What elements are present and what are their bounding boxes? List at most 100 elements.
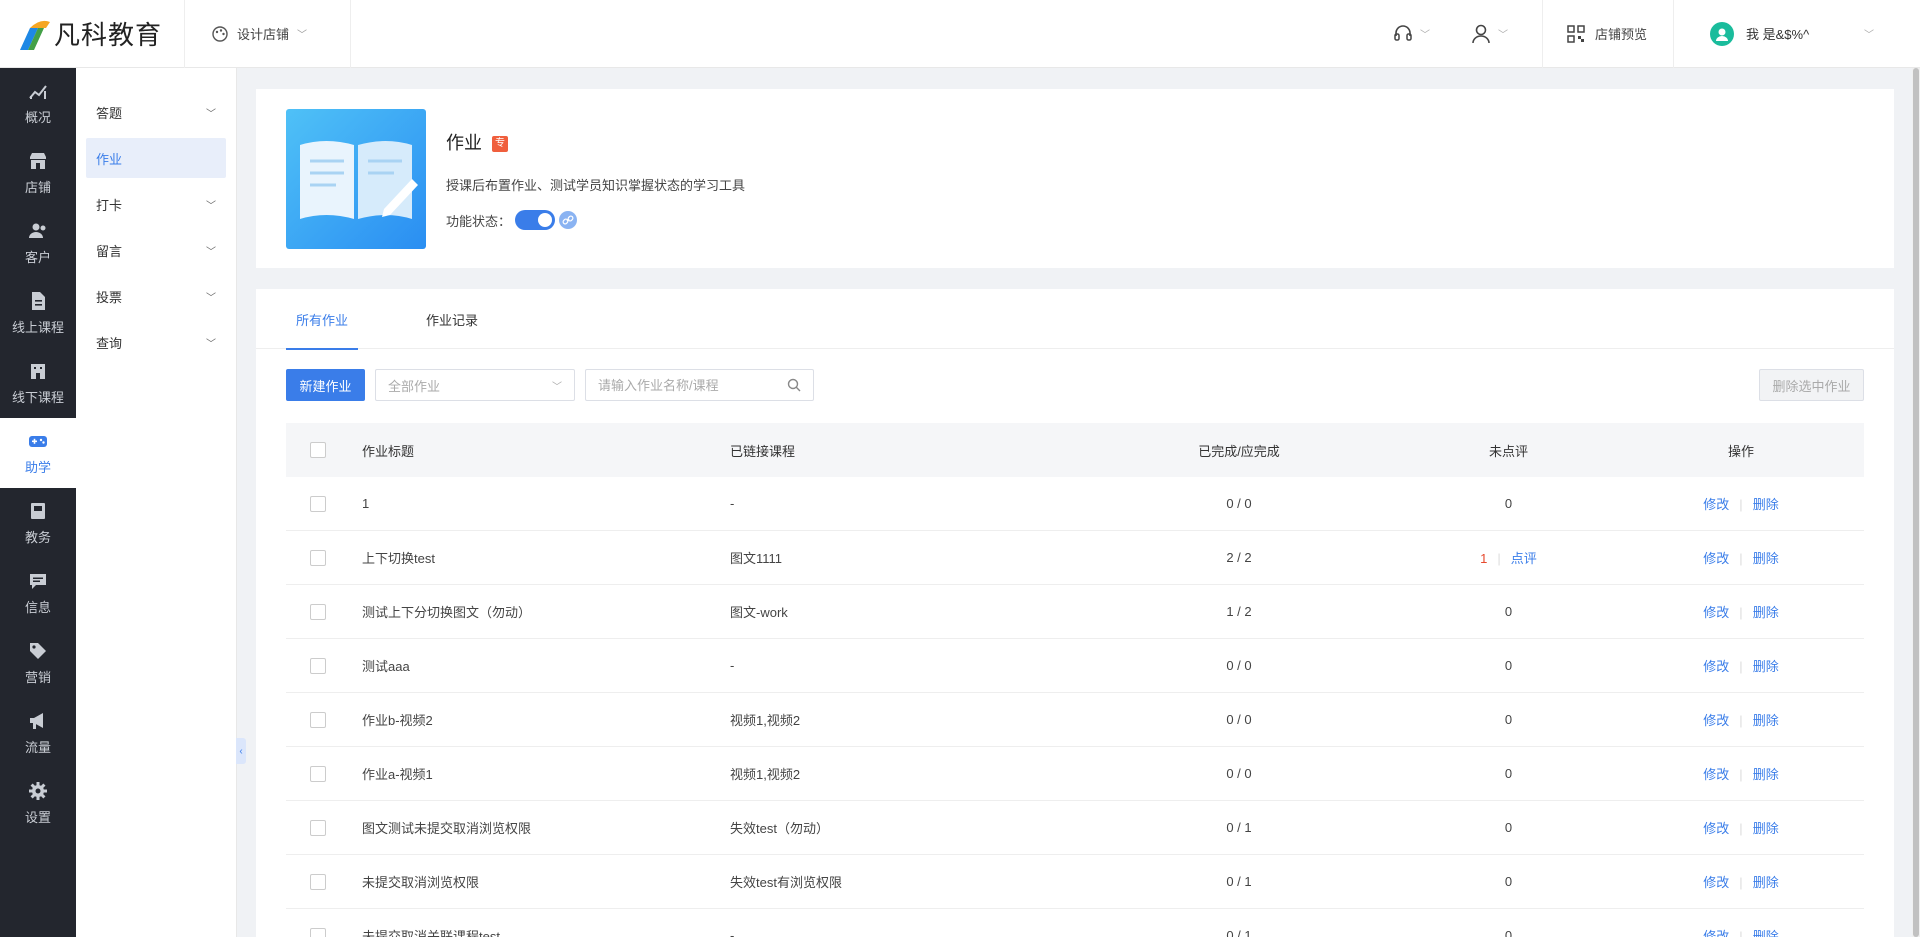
delete-link[interactable]: 删除 (1753, 659, 1779, 674)
new-homework-button[interactable]: 新建作业 (286, 369, 365, 401)
feature-card: 作业专 授课后布置作业、测试学员知识掌握状态的学习工具 功能状态： (256, 89, 1894, 268)
link-icon[interactable] (559, 211, 578, 229)
submenu-item-vote[interactable]: 投票 ﹀ (86, 276, 226, 316)
support-button[interactable]: ﹀ (1372, 0, 1450, 68)
actions-cell: 修改 | 删除 (1619, 926, 1863, 937)
nav-item-study-aid[interactable]: 助学 (0, 418, 76, 488)
homework-title: 图文测试未提交取消浏览权限 (362, 821, 532, 836)
tab-homework-records[interactable]: 作业记录 (416, 289, 488, 349)
row-checkbox[interactable] (310, 873, 326, 890)
delete-link[interactable]: 删除 (1753, 713, 1779, 728)
linked-course: - (730, 496, 735, 511)
toolbar: 新建作业 全部作业 ﹀ 删除选中作业 (286, 369, 1864, 401)
nav-item-customers[interactable]: 客户 (0, 208, 76, 278)
submenu-item-checkin[interactable]: 打卡 ﹀ (86, 184, 226, 224)
edit-link[interactable]: 修改 (1703, 497, 1729, 512)
feature-status: 功能状态： (446, 210, 578, 230)
edit-link[interactable]: 修改 (1703, 821, 1729, 836)
nav-item-traffic[interactable]: 流量 (0, 698, 76, 768)
nav-item-label: 流量 (24, 739, 51, 755)
logo-text: 凡科教育 (54, 21, 163, 51)
user-menu[interactable]: 我 是&$%^ ﹀ (1674, 0, 1920, 68)
nav-item-messages[interactable]: 信息 (0, 558, 76, 628)
homework-filter-select[interactable]: 全部作业 ﹀ (375, 369, 575, 401)
store-preview-button[interactable]: 店铺预览 (1541, 0, 1674, 68)
submenu-label: 查询 (96, 335, 123, 351)
row-checkbox[interactable] (310, 603, 326, 620)
row-checkbox[interactable] (310, 927, 326, 937)
nav-item-overview[interactable]: 概况 (0, 68, 76, 138)
table-row: 测试aaa - 0 / 0 0 修改 | 删除 (286, 639, 1864, 693)
linked-course: 视频1,视频2 (730, 767, 801, 782)
completion: 0 / 0 (1226, 658, 1252, 673)
submenu-item-comments[interactable]: 留言 ﹀ (86, 230, 226, 270)
homework-title: 未提交取消浏览权限 (362, 875, 480, 890)
separator: | (1739, 767, 1743, 782)
submenu-item-homework[interactable]: 作业 (86, 138, 226, 178)
chain-icon (562, 215, 574, 225)
row-checkbox[interactable] (310, 765, 326, 782)
row-checkbox[interactable] (310, 495, 326, 512)
search-icon[interactable] (787, 378, 801, 392)
delete-link[interactable]: 删除 (1753, 605, 1779, 620)
submenu-label: 投票 (96, 289, 123, 305)
delete-link[interactable]: 删除 (1753, 767, 1779, 782)
nav-item-store[interactable]: 店铺 (0, 138, 76, 208)
nav-item-label: 店铺 (24, 179, 51, 195)
nav-item-label: 客户 (24, 249, 51, 265)
brand-logo[interactable]: 凡科教育 (0, 0, 185, 68)
nav-item-offline-courses[interactable]: 线下课程 (0, 348, 76, 418)
avatar-icon (1716, 28, 1728, 41)
completion: 1 / 2 (1226, 604, 1252, 619)
table-row: 作业b-视频2 视频1,视频2 0 / 0 0 修改 | 删除 (286, 693, 1864, 747)
page-scrollbar[interactable] (1912, 68, 1920, 937)
pending-count: 0 (1504, 820, 1513, 835)
edit-link[interactable]: 修改 (1703, 551, 1729, 566)
avatar (1710, 21, 1734, 46)
completion: 2 / 2 (1226, 550, 1252, 565)
edit-link[interactable]: 修改 (1703, 713, 1729, 728)
nav-item-academic[interactable]: 教务 (0, 488, 76, 558)
tab-all-homework[interactable]: 所有作业 (286, 289, 359, 350)
row-checkbox[interactable] (310, 549, 326, 566)
actions-cell: 修改 | 删除 (1619, 764, 1863, 783)
delete-link[interactable]: 删除 (1753, 497, 1779, 512)
row-checkbox[interactable] (310, 711, 326, 728)
store-switch[interactable]: 设计店铺 ﹀ (185, 0, 351, 68)
search-input[interactable] (598, 377, 778, 393)
nav-item-label: 线下课程 (11, 389, 64, 405)
completion: 0 / 0 (1226, 766, 1252, 781)
review-link[interactable]: 点评 (1511, 551, 1537, 566)
delete-link[interactable]: 删除 (1753, 821, 1779, 836)
scrollbar-thumb[interactable] (1913, 68, 1919, 937)
feature-toggle[interactable] (515, 210, 556, 230)
row-checkbox[interactable] (310, 819, 326, 836)
edit-link[interactable]: 修改 (1703, 605, 1729, 620)
linked-course: 图文1111 (730, 551, 783, 566)
palette-icon (212, 25, 228, 42)
delete-link[interactable]: 删除 (1753, 875, 1779, 890)
edit-link[interactable]: 修改 (1703, 767, 1729, 782)
account-button[interactable]: ﹀ (1450, 0, 1542, 68)
delete-selected-button[interactable]: 删除选中作业 (1759, 369, 1864, 401)
edit-link[interactable]: 修改 (1703, 929, 1729, 937)
row-checkbox[interactable] (310, 657, 326, 674)
pending-count: 0 (1504, 928, 1513, 937)
table-row: 未提交取消关联课程test - 0 / 1 0 修改 | 删除 (286, 909, 1864, 937)
separator: | (1739, 605, 1743, 620)
store-switch-label: 设计店铺 (237, 27, 290, 42)
pending-count: 0 (1504, 604, 1513, 619)
submenu-item-quiz[interactable]: 答题 ﹀ (86, 92, 226, 132)
delete-link[interactable]: 删除 (1753, 551, 1779, 566)
logo-mark-icon (20, 20, 50, 50)
nav-item-marketing[interactable]: 营销 (0, 628, 76, 698)
submenu-item-query[interactable]: 查询 ﹀ (86, 322, 226, 362)
nav-item-online-courses[interactable]: 线上课程 (0, 278, 76, 348)
edit-link[interactable]: 修改 (1703, 659, 1729, 674)
chevron-down-icon: ﹀ (206, 292, 216, 304)
delete-link[interactable]: 删除 (1753, 929, 1779, 937)
collapse-submenu-button[interactable]: ‹ (236, 738, 246, 764)
edit-link[interactable]: 修改 (1703, 875, 1729, 890)
select-all-checkbox[interactable] (310, 442, 326, 458)
nav-item-settings[interactable]: 设置 (0, 768, 76, 838)
